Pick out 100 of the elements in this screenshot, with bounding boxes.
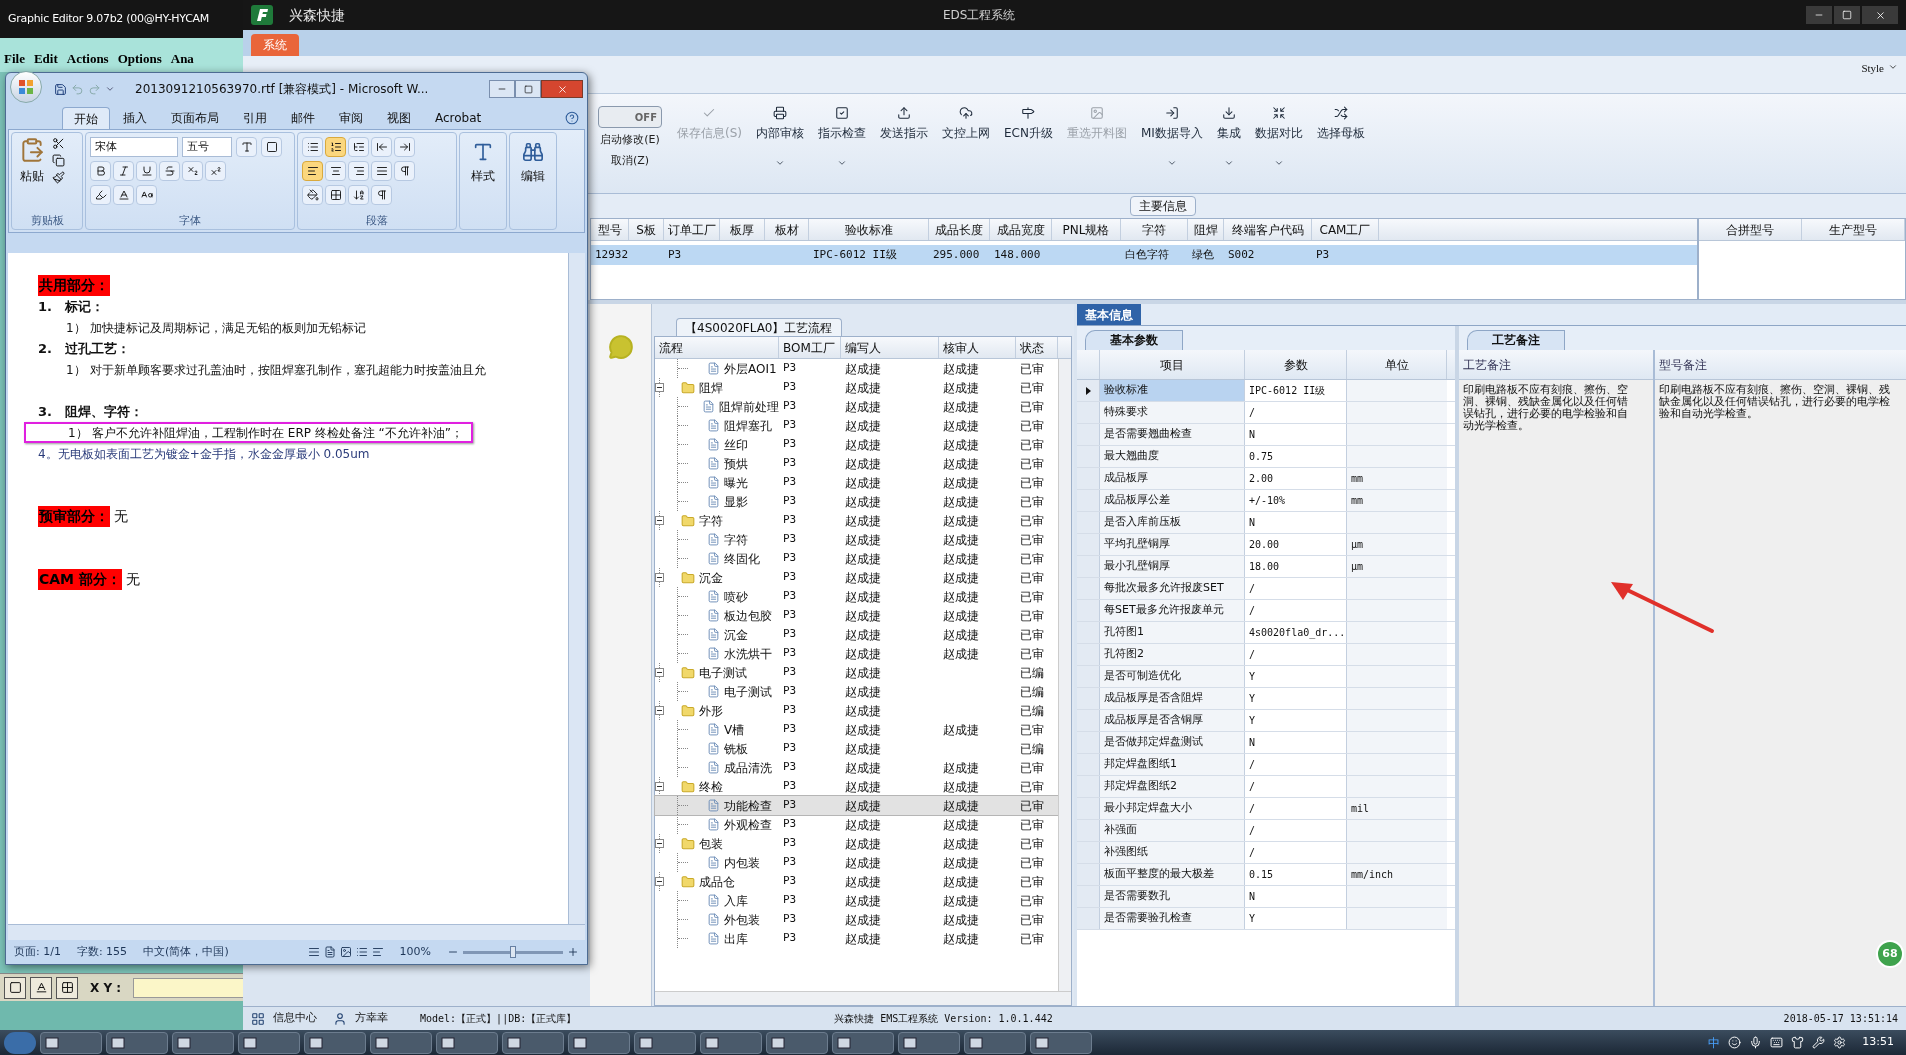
toolbar-button[interactable]: ECN升级 [997, 94, 1060, 180]
tree-row[interactable]: 入库 P3 赵成捷 赵成捷 已审 [655, 891, 1058, 910]
tree-row[interactable]: 电子测试 P3 赵成捷 已编 [655, 663, 1058, 682]
copy-icon[interactable] [52, 154, 65, 167]
taskbar-button[interactable] [370, 1031, 432, 1054]
tree-row[interactable]: 终固化 P3 赵成捷 赵成捷 已审 [655, 549, 1058, 568]
ribbon-button[interactable] [394, 137, 415, 157]
ribbon-button[interactable] [348, 161, 369, 181]
ribbon-button[interactable] [325, 137, 346, 157]
tree-row[interactable]: 字符 P3 赵成捷 赵成捷 已审 [655, 511, 1058, 530]
menu-item[interactable]: Edit [33, 48, 58, 68]
taskbar-button[interactable] [1030, 1031, 1092, 1054]
taskbar-button[interactable] [700, 1031, 762, 1054]
table-row[interactable]: 邦定焊盘图纸2 / [1077, 776, 1455, 798]
scrollbar[interactable] [568, 253, 585, 924]
tree-row[interactable]: 电子测试 P3 赵成捷 已编 [655, 682, 1058, 701]
panel-tab[interactable]: 工艺备注 [1467, 330, 1565, 350]
toolbar-button[interactable]: 指示检查 [811, 94, 873, 180]
toolbar-button[interactable]: 集成 [1209, 94, 1248, 180]
ribbon-button[interactable] [325, 185, 346, 205]
ribbon-button[interactable] [371, 185, 392, 205]
ribbon-tab[interactable]: 审阅 [328, 107, 374, 129]
taskbar-button[interactable] [304, 1031, 366, 1054]
taskbar-button[interactable] [238, 1031, 300, 1054]
scissors-icon[interactable] [52, 137, 65, 150]
minimize-button[interactable] [489, 80, 515, 98]
tree-row[interactable]: 板边包胶 P3 赵成捷 赵成捷 已审 [655, 606, 1058, 625]
tree-row[interactable]: 字符 P3 赵成捷 赵成捷 已审 [655, 530, 1058, 549]
table-row[interactable]: 是否需要翘曲检查 N [1077, 424, 1455, 446]
maximize-button[interactable] [515, 80, 541, 98]
view-icon[interactable] [355, 946, 368, 958]
menu-item[interactable]: Options [117, 48, 162, 68]
table-row[interactable]: 成品板厚是否含铜厚 Y [1077, 710, 1455, 732]
help-icon[interactable] [565, 111, 579, 125]
tool-button[interactable] [30, 976, 52, 999]
smile-icon[interactable] [1728, 1036, 1742, 1049]
expander-icon[interactable] [655, 877, 664, 886]
taskbar-button[interactable] [634, 1031, 696, 1054]
tree-row[interactable]: 阻焊塞孔 P3 赵成捷 赵成捷 已审 [655, 416, 1058, 435]
expander-icon[interactable] [655, 516, 664, 525]
toolbar-button[interactable]: 选择母板 [1309, 94, 1372, 180]
tree-row[interactable]: 外形 P3 赵成捷 已编 [655, 701, 1058, 720]
ribbon-button[interactable] [302, 137, 323, 157]
ribbon-button[interactable] [136, 185, 157, 205]
taskbar-button[interactable] [436, 1031, 498, 1054]
panel-tab[interactable]: 【4S0020FLA0】工艺流程 [676, 318, 842, 336]
wrench-icon[interactable] [1812, 1036, 1826, 1049]
tree-row[interactable]: 阻焊前处理 P3 赵成捷 赵成捷 已审 [655, 397, 1058, 416]
status-link[interactable]: 信息中心 [273, 1010, 317, 1027]
start-button[interactable] [4, 1031, 36, 1054]
action-link[interactable]: 启动修改(E) [600, 132, 660, 149]
tree-row[interactable]: 出库 P3 赵成捷 赵成捷 已审 [655, 929, 1058, 948]
tree-row[interactable]: V槽 P3 赵成捷 赵成捷 已审 [655, 720, 1058, 739]
ribbon-button[interactable] [348, 137, 369, 157]
styles-button[interactable]: 样式 [459, 132, 507, 230]
view-icon[interactable] [371, 946, 384, 958]
panel-tab[interactable]: 基本信息 [1077, 304, 1141, 325]
tree-row[interactable]: 成品仓 P3 赵成捷 赵成捷 已审 [655, 872, 1058, 891]
ribbon-button[interactable] [113, 185, 134, 205]
expander-icon[interactable] [655, 706, 664, 715]
table-row[interactable]: 平均孔壁铜厚 20.00 μm [1077, 534, 1455, 556]
menu-item[interactable]: Ana [170, 48, 194, 68]
scrollbar[interactable] [1058, 359, 1071, 991]
taskbar-button[interactable] [106, 1031, 168, 1054]
ribbon-tab[interactable]: 邮件 [280, 107, 326, 129]
tree-row[interactable]: 成品清洗 P3 赵成捷 赵成捷 已审 [655, 758, 1058, 777]
microphone-icon[interactable] [1749, 1036, 1763, 1049]
taskbar-button[interactable] [766, 1031, 828, 1054]
save-icon[interactable] [54, 82, 67, 96]
ribbon-button[interactable] [371, 137, 392, 157]
expander-icon[interactable] [655, 839, 664, 848]
zoom-in-icon[interactable] [567, 946, 579, 958]
table-row[interactable]: 是否入库前压板 N [1077, 512, 1455, 534]
scrollbar[interactable] [655, 991, 1071, 1005]
table-row[interactable]: 最大翘曲度 0.75 [1077, 446, 1455, 468]
table-row[interactable]: 补强面 / [1077, 820, 1455, 842]
tree-row[interactable]: 铣板 P3 赵成捷 已编 [655, 739, 1058, 758]
table-row[interactable]: 成品板厚是否含阻焊 Y [1077, 688, 1455, 710]
table-row[interactable]: 每SET最多允许报废单元 / [1077, 600, 1455, 622]
editing-button[interactable]: 编辑 [509, 132, 557, 230]
ribbon-button[interactable] [90, 185, 111, 205]
ribbon-tab[interactable]: 引用 [232, 107, 278, 129]
font-select[interactable]: 宋体 [90, 137, 178, 157]
settings-icon[interactable] [1833, 1036, 1847, 1049]
ribbon-button[interactable] [348, 185, 369, 205]
ribbon-button[interactable] [394, 161, 415, 181]
table-row[interactable]: 验收标准 IPC-6012 II级 [1077, 380, 1455, 402]
tree-row[interactable]: 外观检查 P3 赵成捷 赵成捷 已审 [655, 815, 1058, 834]
caret-icon[interactable] [105, 84, 115, 94]
table-row[interactable]: 孔符图2 / [1077, 644, 1455, 666]
table-row[interactable]: 12932 P3 IPC-6012 II级 295.000 148.000 白色字符 绿色 S002 P3 [591, 245, 1697, 265]
table-row[interactable]: 孔符图1 4s0020fla0_dr... [1077, 622, 1455, 644]
table-row[interactable]: 成品板厚公差 +/-10% mm [1077, 490, 1455, 512]
minimize-button[interactable] [1806, 6, 1832, 24]
ribbon-button[interactable] [302, 161, 323, 181]
ribbon-tab[interactable]: 插入 [112, 107, 158, 129]
ribbon-button[interactable] [371, 161, 392, 181]
tree-row[interactable]: 包装 P3 赵成捷 赵成捷 已审 [655, 834, 1058, 853]
style-menu[interactable]: Style [1861, 60, 1884, 77]
expander-icon[interactable] [655, 383, 664, 392]
